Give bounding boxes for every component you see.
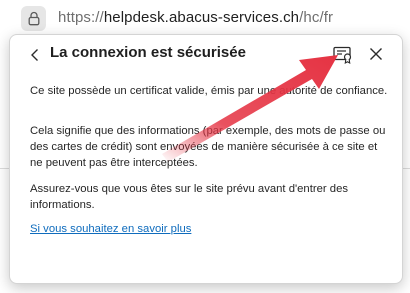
url-scheme: https:// [58,9,104,26]
close-button[interactable] [364,42,388,66]
popup-title: La connexion est sécurisée [50,44,246,61]
certificate-icon [333,46,352,64]
url-field[interactable]: https://helpdesk.abacus-services.ch/hc/f… [58,9,333,26]
back-button[interactable] [25,45,45,65]
address-bar: https://helpdesk.abacus-services.ch/hc/f… [0,0,410,36]
chevron-left-icon [31,49,38,61]
url-path: /hc/fr [299,9,334,26]
secure-transfer-text: Cela signifie que des informations (par … [30,125,386,169]
valid-certificate-text: Ce site possède un certificat valide, ém… [30,85,388,97]
lock-icon [28,11,39,26]
view-certificate-button[interactable] [330,42,356,68]
learn-more-link[interactable]: Si vous souhaitez en savoir plus [30,223,191,235]
connection-security-popup: La connexion est sécurisée Ce site possè… [9,34,403,284]
close-icon [370,48,382,60]
verify-site-text: Assurez-vous que vous êtes sur le site p… [30,183,349,211]
site-info-button[interactable] [21,6,46,31]
url-host: helpdesk.abacus-services.ch [103,9,300,26]
